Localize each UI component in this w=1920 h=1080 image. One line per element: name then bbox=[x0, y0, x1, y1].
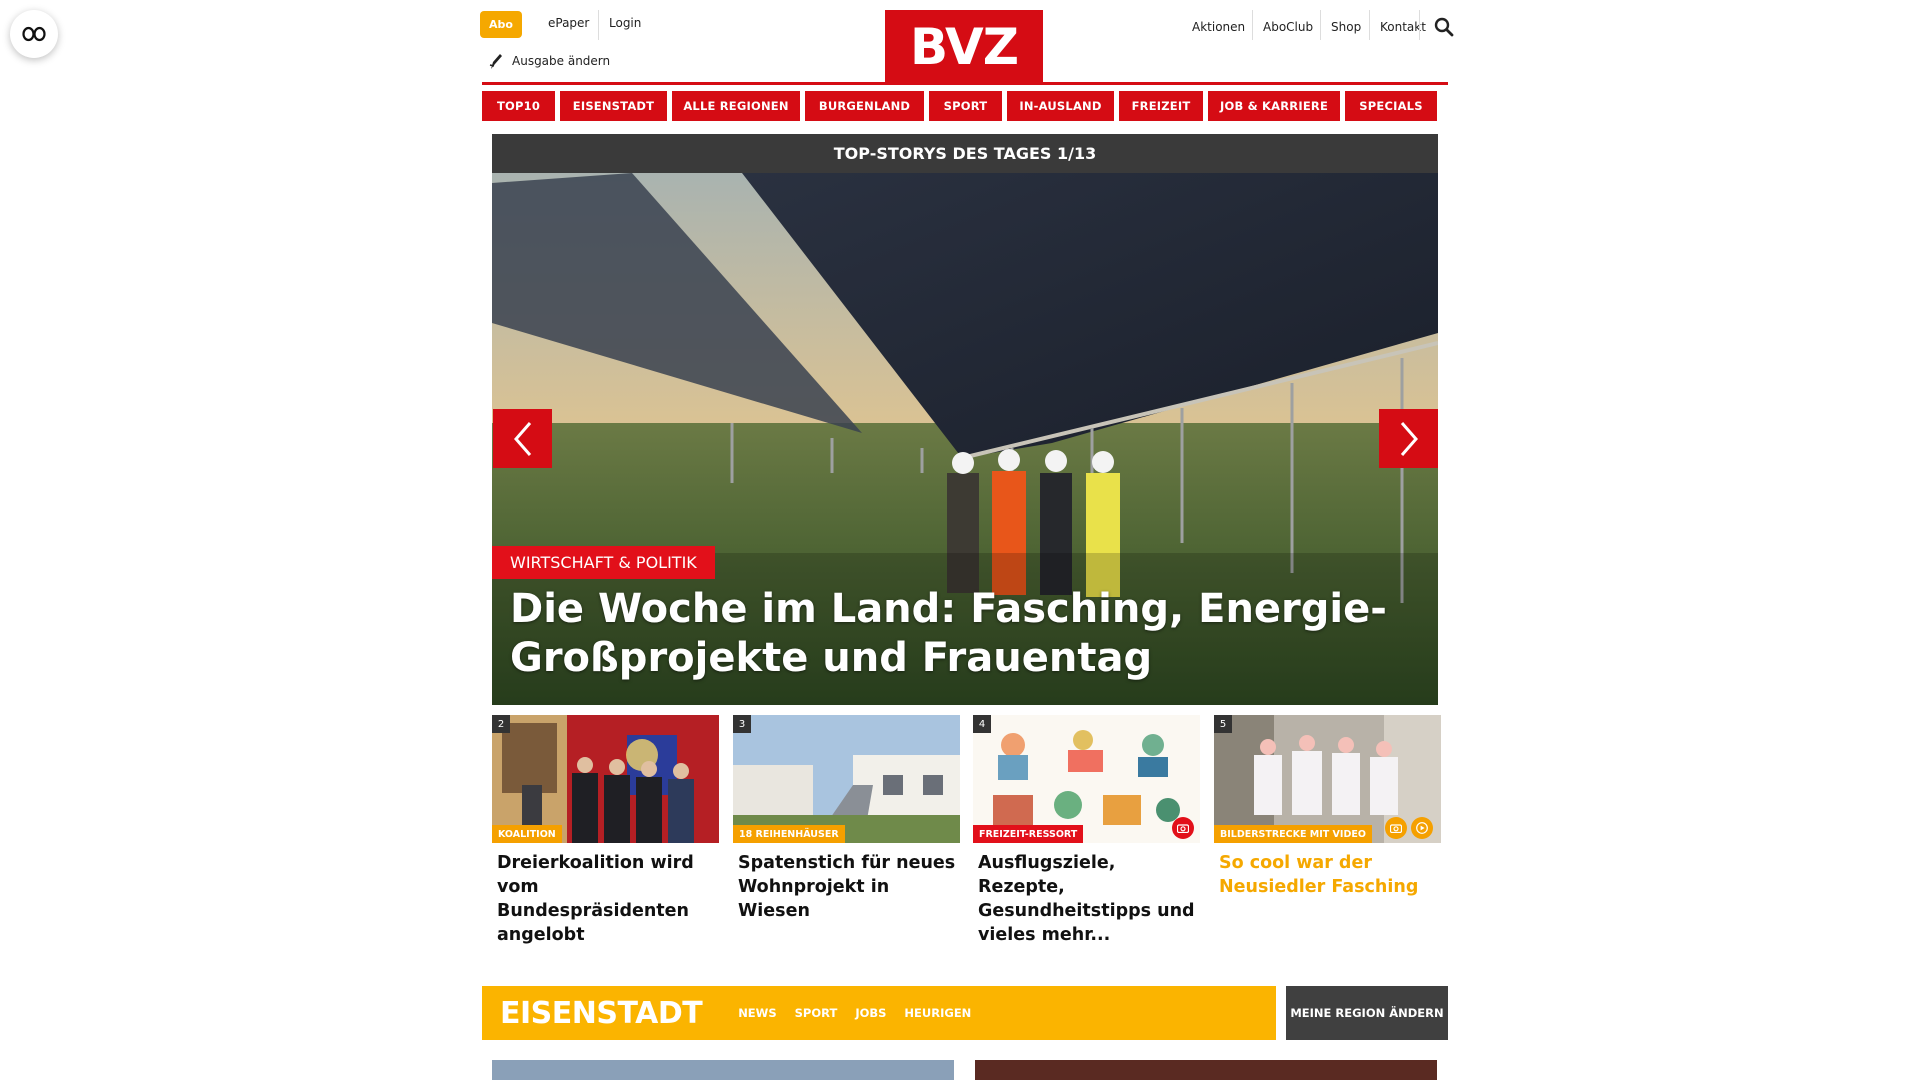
bvz-logo[interactable]: BVZ bbox=[885, 10, 1043, 84]
nav-job-karriere[interactable]: JOB & KARRIERE bbox=[1208, 91, 1340, 121]
arrow-right-icon bbox=[1400, 421, 1418, 456]
teaser-number: 2 bbox=[492, 715, 510, 733]
teaser-image[interactable]: 2 KOALITION bbox=[492, 715, 719, 843]
region-bar: EISENSTADT NEWS SPORT JOBS HEURIGEN bbox=[482, 986, 1276, 1040]
nav-top10[interactable]: TOP10 bbox=[482, 91, 555, 121]
search-button[interactable] bbox=[1434, 17, 1454, 41]
pen-icon bbox=[489, 54, 502, 69]
region-link-news[interactable]: NEWS bbox=[738, 1006, 776, 1020]
shop-link[interactable]: Shop bbox=[1331, 20, 1361, 34]
camera-icon bbox=[1177, 824, 1189, 833]
teaser-label: 18 REIHENHÄUSER bbox=[733, 825, 845, 843]
main-nav: TOP10 EISENSTADT ALLE REGIONEN BURGENLAN… bbox=[482, 91, 1437, 121]
teaser-label: BILDERSTRECKE MIT VIDEO bbox=[1214, 825, 1372, 843]
teaser-number: 4 bbox=[973, 715, 991, 733]
search-icon bbox=[1434, 17, 1454, 37]
hero-headline[interactable]: Die Woche im Land: Fasching, Energie-Gro… bbox=[510, 585, 1390, 683]
region-article-image[interactable] bbox=[975, 1060, 1437, 1080]
epaper-link[interactable]: ePaper bbox=[548, 16, 589, 30]
teaser-image[interactable]: 4 FREIZEIT-RESSORT bbox=[973, 715, 1200, 843]
teaser-card[interactable]: 4 FREIZEIT-RESSORT Ausflugsziele, Rezept… bbox=[973, 715, 1200, 947]
video-play-icon bbox=[1416, 822, 1428, 834]
header-rule bbox=[482, 82, 1448, 85]
teaser-card[interactable]: 2 KOALITION Dreierkoalition wird vom Bun… bbox=[492, 715, 719, 947]
hero-category-tag[interactable]: WIRTSCHAFT & POLITIK bbox=[492, 546, 715, 579]
top-stories-heading: TOP-STORYS DES TAGES 1/13 bbox=[492, 134, 1438, 173]
divider bbox=[1369, 10, 1370, 40]
teaser-card[interactable]: 5 BILDERSTRECKE MIT VIDEO So cool war de… bbox=[1214, 715, 1441, 899]
nav-freizeit[interactable]: FREIZEIT bbox=[1119, 91, 1203, 121]
divider bbox=[1252, 10, 1253, 40]
video-button[interactable] bbox=[1411, 817, 1433, 839]
teaser-image[interactable]: 5 BILDERSTRECKE MIT VIDEO bbox=[1214, 715, 1441, 843]
teaser-image[interactable]: 3 18 REIHENHÄUSER bbox=[733, 715, 960, 843]
change-region-button[interactable]: MEINE REGION ÄNDERN bbox=[1286, 986, 1448, 1040]
nav-in-ausland[interactable]: IN-AUSLAND bbox=[1007, 91, 1114, 121]
nav-specials[interactable]: SPECIALS bbox=[1345, 91, 1437, 121]
region-link-sport[interactable]: SPORT bbox=[795, 1006, 838, 1020]
reader-mode-icon bbox=[22, 26, 46, 42]
region-links: NEWS SPORT JOBS HEURIGEN bbox=[738, 1006, 971, 1020]
region-title[interactable]: EISENSTADT bbox=[500, 996, 703, 1031]
nav-eisenstadt[interactable]: EISENSTADT bbox=[560, 91, 667, 121]
teaser-title[interactable]: Dreierkoalition wird vom Bundespräsident… bbox=[492, 851, 719, 947]
edition-label: Ausgabe ändern bbox=[512, 54, 611, 68]
reader-mode-button[interactable] bbox=[10, 10, 58, 58]
teaser-title[interactable]: Spatenstich für neues Wohnprojekt in Wie… bbox=[733, 851, 960, 923]
teaser-label: FREIZEIT-RESSORT bbox=[973, 825, 1084, 843]
login-link[interactable]: Login bbox=[609, 16, 641, 30]
nav-sport[interactable]: SPORT bbox=[929, 91, 1002, 121]
aboclub-link[interactable]: AboClub bbox=[1263, 20, 1313, 34]
edition-switch[interactable]: Ausgabe ändern bbox=[488, 52, 610, 70]
teaser-label: KOALITION bbox=[492, 825, 562, 843]
teaser-number: 5 bbox=[1214, 715, 1232, 733]
nav-burgenland[interactable]: BURGENLAND bbox=[805, 91, 924, 121]
teaser-card[interactable]: 3 18 REIHENHÄUSER Spatenstich für neues … bbox=[733, 715, 960, 923]
region-link-jobs[interactable]: JOBS bbox=[855, 1006, 886, 1020]
carousel-prev-button[interactable] bbox=[493, 409, 552, 468]
nav-alle-regionen[interactable]: ALLE REGIONEN bbox=[672, 91, 800, 121]
carousel-next-button[interactable] bbox=[1379, 409, 1438, 468]
region-link-heurigen[interactable]: HEURIGEN bbox=[904, 1006, 971, 1020]
gallery-button[interactable] bbox=[1385, 817, 1407, 839]
gallery-button[interactable] bbox=[1172, 817, 1194, 839]
aktionen-link[interactable]: Aktionen bbox=[1192, 20, 1245, 34]
divider bbox=[1320, 10, 1321, 40]
abo-button[interactable]: Abo bbox=[480, 11, 522, 38]
region-article-image[interactable] bbox=[492, 1060, 954, 1080]
arrow-left-icon bbox=[513, 421, 531, 456]
divider bbox=[1419, 10, 1420, 40]
teaser-title[interactable]: So cool war der Neusiedler Fasching bbox=[1214, 851, 1441, 899]
teaser-title[interactable]: Ausflugsziele, Rezepte, Gesundheitstipps… bbox=[973, 851, 1200, 947]
teaser-number: 3 bbox=[733, 715, 751, 733]
divider bbox=[598, 10, 599, 40]
camera-icon bbox=[1390, 824, 1402, 833]
